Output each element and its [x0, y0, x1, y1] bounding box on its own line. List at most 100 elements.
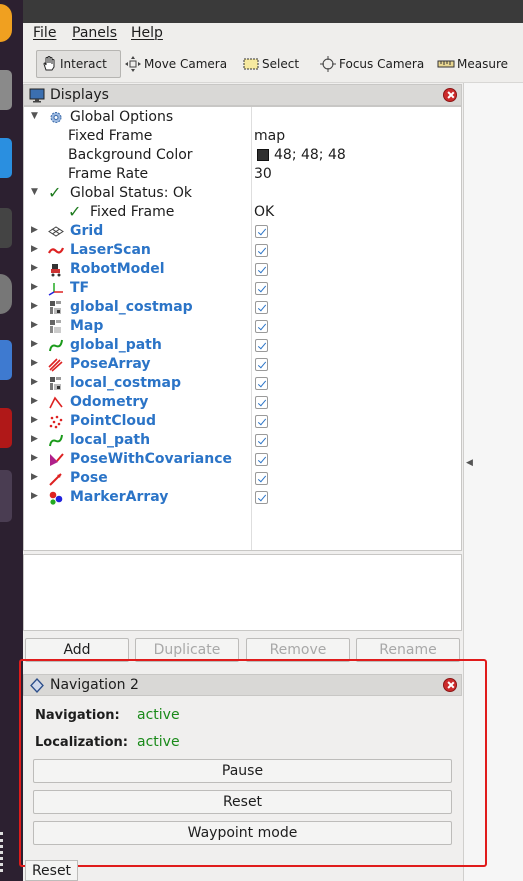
- background-color-value[interactable]: 48; 48; 48: [274, 147, 346, 163]
- expand-arrow-icon[interactable]: ▶: [31, 453, 38, 463]
- tree-row-display[interactable]: ▶ local_costmap: [24, 374, 461, 393]
- measure-label: Measure: [457, 57, 508, 71]
- expand-arrow-icon[interactable]: ▶: [31, 339, 38, 349]
- vscode-icon[interactable]: [0, 138, 12, 178]
- highlight-box: [19, 659, 487, 867]
- tree-row-display[interactable]: ▶ Odometry: [24, 393, 461, 412]
- costmap-icon: [50, 301, 61, 314]
- collapse-arrow-icon[interactable]: ▼: [31, 111, 38, 121]
- expand-arrow-icon[interactable]: ▶: [31, 225, 38, 235]
- display-enabled-checkbox[interactable]: [255, 377, 268, 390]
- menu-help[interactable]: Help: [131, 25, 163, 41]
- expand-arrow-icon[interactable]: ▶: [31, 244, 38, 254]
- tree-row-background-color[interactable]: Background Color 48; 48; 48: [24, 146, 461, 165]
- tree-row-display[interactable]: ▶ local_path: [24, 431, 461, 450]
- display-label: PoseArray: [70, 356, 151, 372]
- grid-icon: [48, 226, 64, 237]
- tree-row-display[interactable]: ▶ TF: [24, 279, 461, 298]
- display-enabled-checkbox[interactable]: [255, 396, 268, 409]
- menu-bar: File Panels Help: [23, 23, 523, 45]
- interact-tool[interactable]: Interact: [36, 50, 121, 78]
- tree-row-display[interactable]: ▶ LaserScan: [24, 241, 461, 260]
- expand-arrow-icon[interactable]: ▶: [31, 358, 38, 368]
- tree-row-global-status[interactable]: ▼ ✓ Global Status: Ok: [24, 183, 461, 203]
- firefox-icon[interactable]: [0, 4, 12, 42]
- display-enabled-checkbox[interactable]: [255, 339, 268, 352]
- expand-arrow-icon[interactable]: ▶: [31, 491, 38, 501]
- display-label: Map: [70, 318, 104, 334]
- tf-axes-icon: [48, 283, 63, 296]
- display-label: Odometry: [70, 394, 149, 410]
- display-enabled-checkbox[interactable]: [255, 453, 268, 466]
- laserscan-icon: [48, 247, 64, 254]
- background-color-label: Background Color: [68, 147, 193, 163]
- expand-arrow-icon[interactable]: ▶: [31, 415, 38, 425]
- tree-row-display[interactable]: ▶ MarkerArray: [24, 488, 461, 507]
- display-enabled-checkbox[interactable]: [255, 263, 268, 276]
- tree-row-display[interactable]: ▶ PoseWithCovariance: [24, 450, 461, 469]
- displays-title: Displays: [50, 87, 109, 103]
- display-enabled-checkbox[interactable]: [255, 301, 268, 314]
- tree-row-display[interactable]: ▶ PointCloud: [24, 412, 461, 431]
- status-fixed-frame-value: OK: [254, 204, 275, 220]
- bottom-reset-button[interactable]: Reset: [25, 860, 78, 881]
- tree-row-display[interactable]: ▶ global_costmap: [24, 298, 461, 317]
- display-enabled-checkbox[interactable]: [255, 472, 268, 485]
- settings-icon[interactable]: [0, 274, 12, 314]
- expand-arrow-icon[interactable]: ▶: [31, 472, 38, 482]
- displays-tree[interactable]: ▼ Global Options Fixed Frame map Backgro…: [23, 106, 462, 551]
- tree-row-display[interactable]: ▶ Map: [24, 317, 461, 336]
- tree-row-display[interactable]: ▶ global_path: [24, 336, 461, 355]
- display-enabled-checkbox[interactable]: [255, 282, 268, 295]
- tree-row-frame-rate[interactable]: Frame Rate 30: [24, 165, 461, 184]
- tree-row-display[interactable]: ▶ Pose: [24, 469, 461, 488]
- viewport-collapse-handle[interactable]: ◀: [466, 458, 476, 482]
- expand-arrow-icon[interactable]: ▶: [31, 396, 38, 406]
- display-description-box: [23, 554, 462, 631]
- display-enabled-checkbox[interactable]: [255, 358, 268, 371]
- display-enabled-checkbox[interactable]: [255, 415, 268, 428]
- move-camera-tool[interactable]: Move Camera: [124, 50, 227, 78]
- fixed-frame-label: Fixed Frame: [68, 128, 153, 144]
- expand-arrow-icon[interactable]: ▶: [31, 282, 38, 292]
- hand-icon: [43, 56, 55, 71]
- select-tool[interactable]: Select: [242, 50, 299, 78]
- tree-row-display[interactable]: ▶ PoseArray: [24, 355, 461, 374]
- menu-file[interactable]: File: [33, 25, 56, 41]
- expand-arrow-icon[interactable]: ▶: [31, 320, 38, 330]
- display-enabled-checkbox[interactable]: [255, 434, 268, 447]
- display-enabled-checkbox[interactable]: [255, 491, 268, 504]
- terminal-icon[interactable]: [0, 208, 12, 248]
- move-camera-icon: [125, 56, 141, 72]
- measure-tool[interactable]: Measure: [437, 50, 508, 78]
- expand-arrow-icon[interactable]: ▶: [31, 377, 38, 387]
- display-enabled-checkbox[interactable]: [255, 225, 268, 238]
- frame-rate-value[interactable]: 30: [254, 166, 272, 182]
- ruler-icon: [437, 60, 455, 68]
- status-fixed-frame-label: Fixed Frame: [90, 204, 175, 220]
- expand-arrow-icon[interactable]: ▶: [31, 263, 38, 273]
- app-icon[interactable]: [0, 340, 12, 380]
- display-enabled-checkbox[interactable]: [255, 244, 268, 257]
- color-swatch[interactable]: [257, 149, 269, 161]
- select-label: Select: [262, 57, 300, 71]
- rviz-icon[interactable]: [0, 470, 12, 522]
- menu-panels[interactable]: Panels: [72, 25, 117, 41]
- displays-close-button[interactable]: [443, 88, 457, 102]
- media-icon[interactable]: [0, 408, 12, 448]
- tree-row-display[interactable]: ▶ RobotModel: [24, 260, 461, 279]
- tree-row-fixed-frame[interactable]: Fixed Frame map: [24, 127, 461, 146]
- tree-row-display[interactable]: ▶ Grid: [24, 222, 461, 241]
- fixed-frame-value[interactable]: map: [254, 128, 285, 144]
- files-icon[interactable]: [0, 70, 12, 110]
- show-apps-icon[interactable]: [0, 832, 12, 872]
- path-icon: [49, 434, 63, 447]
- expand-arrow-icon[interactable]: ▶: [31, 301, 38, 311]
- display-enabled-checkbox[interactable]: [255, 320, 268, 333]
- focus-camera-tool[interactable]: Focus Camera: [319, 50, 424, 78]
- expand-arrow-icon[interactable]: ▶: [31, 434, 38, 444]
- tree-row-global-options[interactable]: ▼ Global Options: [24, 108, 461, 127]
- collapse-arrow-icon[interactable]: ▼: [31, 187, 38, 197]
- tree-row-status-fixed-frame[interactable]: ✓ Fixed Frame OK: [24, 202, 461, 222]
- pose-arrow-icon: [49, 473, 62, 486]
